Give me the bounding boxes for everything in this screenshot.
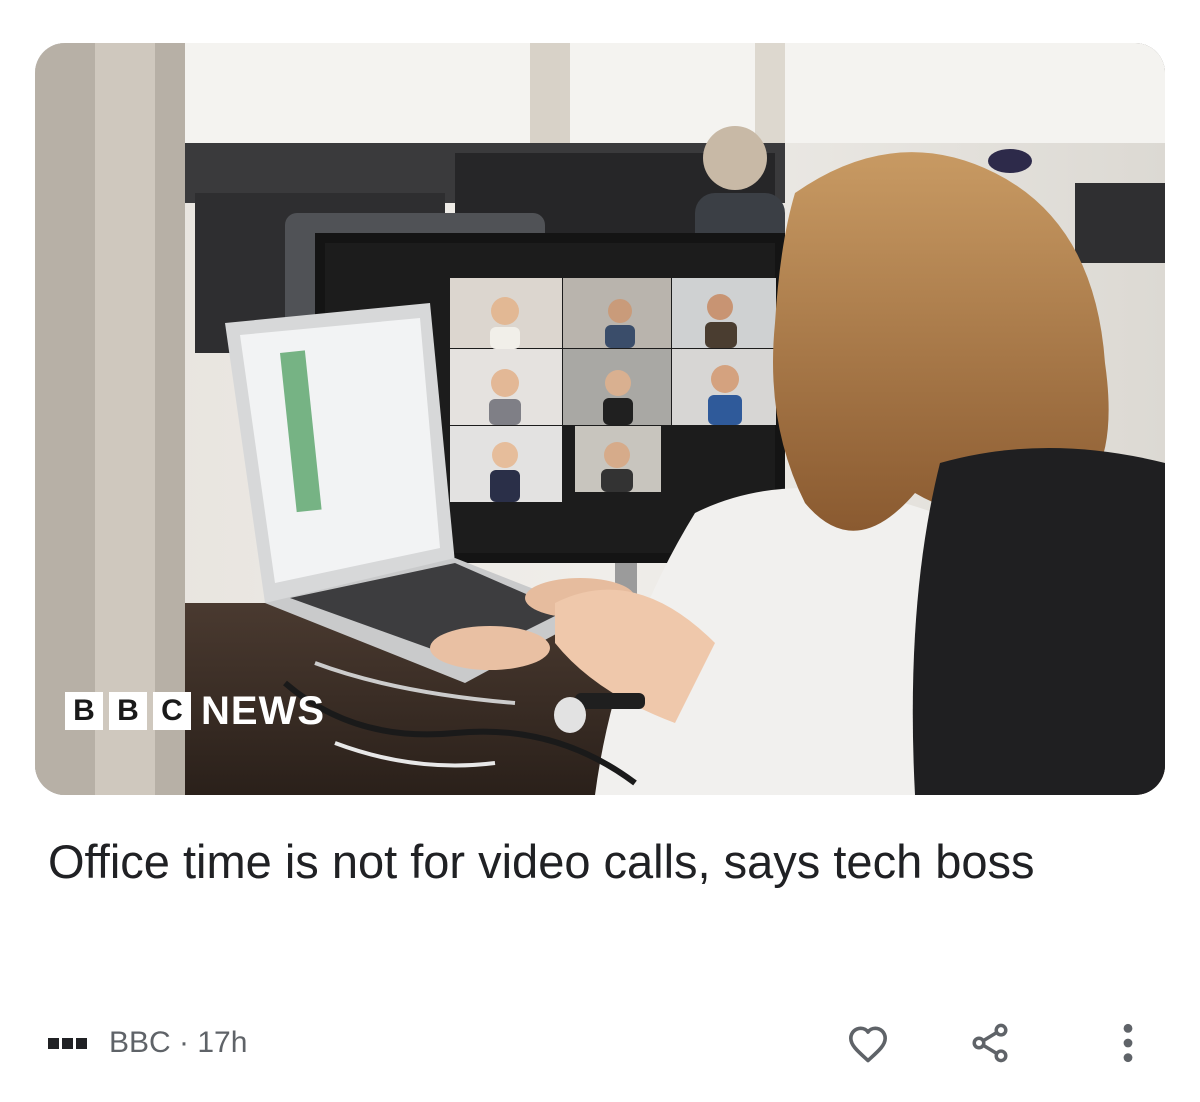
bbc-logo-block-1: B <box>65 692 103 730</box>
article-actions <box>838 1013 1158 1073</box>
more-vertical-icon <box>1123 1023 1133 1063</box>
article-age: 17h <box>197 1026 248 1059</box>
article-photo <box>35 43 1165 795</box>
article-headline[interactable]: Office time is not for video calls, says… <box>48 828 1168 896</box>
article-meta: BBC · 17h <box>109 1026 247 1060</box>
heart-outline-icon <box>849 1026 887 1063</box>
bbc-blocks-icon <box>48 1037 87 1049</box>
bbc-logo-block-3: C <box>153 692 191 730</box>
share-icon <box>972 1023 1008 1063</box>
bbc-logo-wordmark: NEWS <box>201 689 325 733</box>
source-name[interactable]: BBC <box>109 1026 171 1059</box>
share-button[interactable] <box>960 1013 1020 1073</box>
article-image[interactable]: B B C NEWS <box>35 43 1165 795</box>
like-button[interactable] <box>838 1013 898 1073</box>
bbc-logo-block-2: B <box>109 692 147 730</box>
article-footer: BBC · 17h <box>48 1010 1158 1076</box>
meta-separator: · <box>179 1026 190 1059</box>
more-options-button[interactable] <box>1098 1013 1158 1073</box>
bbc-news-logo: B B C NEWS <box>65 691 325 731</box>
